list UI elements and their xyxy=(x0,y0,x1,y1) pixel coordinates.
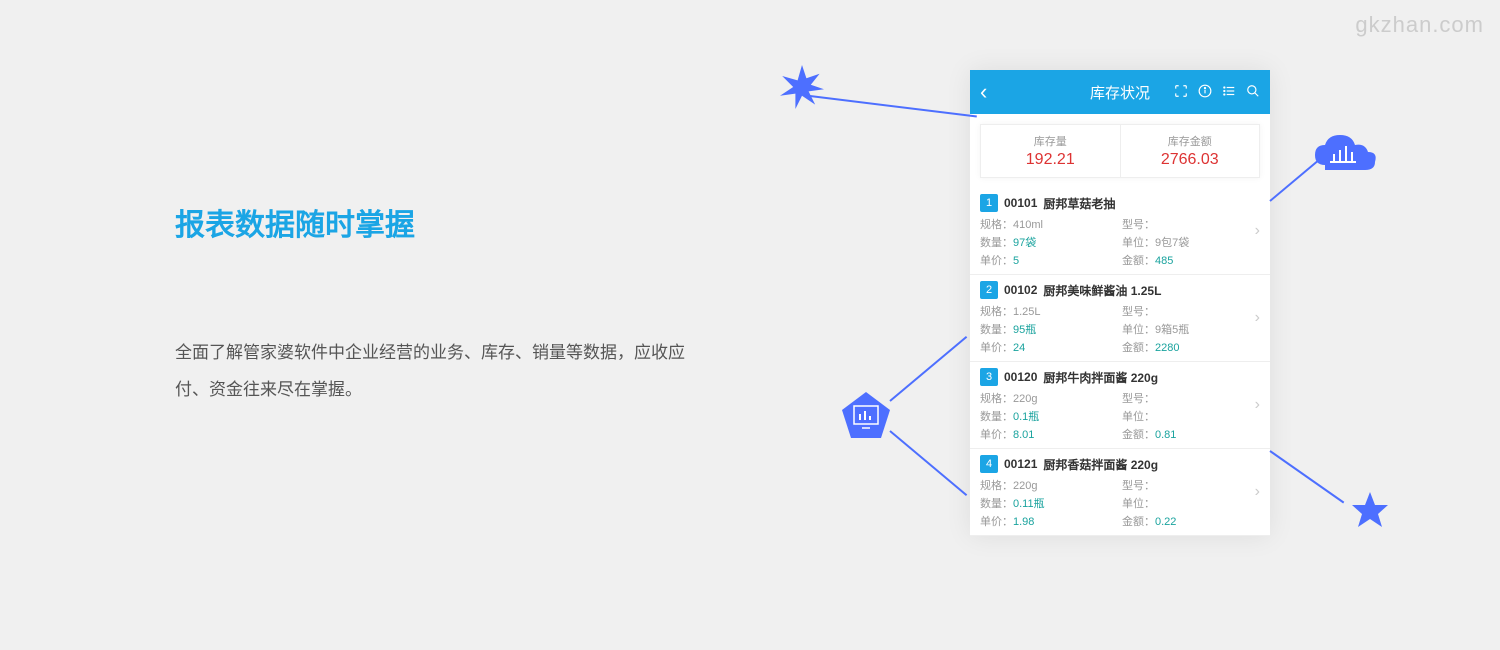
cloud-chart-icon xyxy=(1310,125,1380,185)
unit-field: 单位：9包7袋 xyxy=(1122,234,1260,250)
back-icon[interactable]: ‹ xyxy=(980,79,987,105)
amount-field: 金额：0.81 xyxy=(1122,426,1260,442)
unit-field: 单位：9箱5瓶 xyxy=(1122,321,1260,337)
item-code: 00101 xyxy=(1004,196,1037,210)
description-panel: 报表数据随时掌握 全面了解管家婆软件中企业经营的业务、库存、销量等数据，应收应付… xyxy=(175,200,695,409)
info-icon[interactable] xyxy=(1198,84,1212,101)
search-icon[interactable] xyxy=(1246,84,1260,101)
stock-qty-cell: 库存量 192.21 xyxy=(981,125,1121,177)
list-item[interactable]: 3 00120 厨邦牛肉拌面酱 220g 规格：220g 型号： 数量：0.1瓶… xyxy=(970,362,1270,449)
chevron-right-icon: › xyxy=(1255,396,1260,414)
item-name: 厨邦美味鲜酱油 1.25L xyxy=(1043,282,1161,299)
item-index-badge: 4 xyxy=(980,455,998,473)
chevron-right-icon: › xyxy=(1255,483,1260,501)
model-field: 型号： xyxy=(1122,216,1260,232)
item-header: 3 00120 厨邦牛肉拌面酱 220g xyxy=(980,368,1260,386)
list-icon[interactable] xyxy=(1222,84,1236,101)
item-details: 规格：1.25L 型号： 数量：95瓶 单位：9箱5瓶 单价：24 金额：228… xyxy=(980,303,1260,355)
phone-mockup: ‹ 库存状况 库存量 192.21 库存金额 2766.03 xyxy=(970,70,1270,536)
item-code: 00120 xyxy=(1004,370,1037,384)
stock-amount-cell: 库存金额 2766.03 xyxy=(1121,125,1260,177)
item-code: 00102 xyxy=(1004,283,1037,297)
inventory-list: 1 00101 厨邦草菇老抽 规格：410ml 型号： 数量：97袋 单位：9包… xyxy=(970,188,1270,536)
spec-field: 规格：410ml xyxy=(980,216,1118,232)
item-details: 规格：220g 型号： 数量：0.11瓶 单位： 单价：1.98 金额：0.22 xyxy=(980,477,1260,529)
list-item[interactable]: 1 00101 厨邦草菇老抽 规格：410ml 型号： 数量：97袋 单位：9包… xyxy=(970,188,1270,275)
list-item[interactable]: 4 00121 厨邦香菇拌面酱 220g 规格：220g 型号： 数量：0.11… xyxy=(970,449,1270,536)
amount-field: 金额：2280 xyxy=(1122,339,1260,355)
stock-qty-value: 192.21 xyxy=(981,151,1120,169)
model-field: 型号： xyxy=(1122,390,1260,406)
chevron-right-icon: › xyxy=(1255,222,1260,240)
amount-field: 金额：0.22 xyxy=(1122,513,1260,529)
connector-line xyxy=(889,430,967,496)
spec-field: 规格：1.25L xyxy=(980,303,1118,319)
page-description: 全面了解管家婆软件中企业经营的业务、库存、销量等数据，应收应付、资金往来尽在掌握… xyxy=(175,334,695,409)
stock-amount-label: 库存金额 xyxy=(1121,133,1260,149)
item-details: 规格：410ml 型号： 数量：97袋 单位：9包7袋 单价：5 金额：485 xyxy=(980,216,1260,268)
burst-icon xyxy=(780,65,824,109)
summary-card: 库存量 192.21 库存金额 2766.03 xyxy=(980,124,1260,178)
qty-field: 数量：0.1瓶 xyxy=(980,408,1118,424)
connector-line xyxy=(810,95,977,117)
connector-line xyxy=(1269,450,1344,503)
header-toolbar xyxy=(1174,84,1260,101)
watermark: gkzhan.com xyxy=(1355,12,1484,38)
item-code: 00121 xyxy=(1004,457,1037,471)
price-field: 单价：1.98 xyxy=(980,513,1118,529)
item-header: 4 00121 厨邦香菇拌面酱 220g xyxy=(980,455,1260,473)
item-name: 厨邦草菇老抽 xyxy=(1043,195,1115,212)
item-index-badge: 2 xyxy=(980,281,998,299)
item-index-badge: 1 xyxy=(980,194,998,212)
chevron-right-icon: › xyxy=(1255,309,1260,327)
unit-field: 单位： xyxy=(1122,495,1260,511)
model-field: 型号： xyxy=(1122,303,1260,319)
unit-field: 单位： xyxy=(1122,408,1260,424)
item-details: 规格：220g 型号： 数量：0.1瓶 单位： 单价：8.01 金额：0.81 xyxy=(980,390,1260,442)
page-title: 报表数据随时掌握 xyxy=(175,200,695,244)
app-title: 库存状况 xyxy=(1090,82,1150,103)
price-field: 单价：8.01 xyxy=(980,426,1118,442)
stock-amount-value: 2766.03 xyxy=(1121,151,1260,169)
scan-icon[interactable] xyxy=(1174,84,1188,101)
qty-field: 数量：97袋 xyxy=(980,234,1118,250)
spec-field: 规格：220g xyxy=(980,477,1118,493)
qty-field: 数量：0.11瓶 xyxy=(980,495,1118,511)
qty-field: 数量：95瓶 xyxy=(980,321,1118,337)
list-item[interactable]: 2 00102 厨邦美味鲜酱油 1.25L 规格：1.25L 型号： 数量：95… xyxy=(970,275,1270,362)
stock-qty-label: 库存量 xyxy=(981,133,1120,149)
price-field: 单价：24 xyxy=(980,339,1118,355)
model-field: 型号： xyxy=(1122,477,1260,493)
app-header: ‹ 库存状况 xyxy=(970,70,1270,114)
price-field: 单价：5 xyxy=(980,252,1118,268)
monitor-chart-icon xyxy=(838,388,894,444)
connector-line xyxy=(889,336,967,402)
spec-field: 规格：220g xyxy=(980,390,1118,406)
star-icon xyxy=(1350,490,1390,530)
item-name: 厨邦香菇拌面酱 220g xyxy=(1043,456,1158,473)
item-name: 厨邦牛肉拌面酱 220g xyxy=(1043,369,1158,386)
item-index-badge: 3 xyxy=(980,368,998,386)
item-header: 2 00102 厨邦美味鲜酱油 1.25L xyxy=(980,281,1260,299)
amount-field: 金额：485 xyxy=(1122,252,1260,268)
item-header: 1 00101 厨邦草菇老抽 xyxy=(980,194,1260,212)
